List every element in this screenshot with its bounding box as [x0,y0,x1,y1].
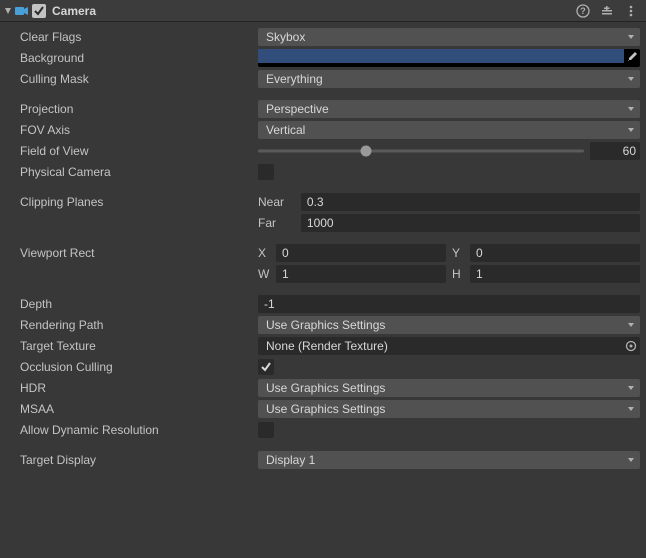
svg-text:?: ? [580,6,586,16]
background-label: Background [6,51,258,65]
culling-mask-label: Culling Mask [6,72,258,86]
msaa-dropdown[interactable]: Use Graphics Settings [258,400,640,418]
physical-camera-label: Physical Camera [6,165,258,179]
clipping-near-label: Near [258,195,297,209]
chevron-down-icon [627,321,635,329]
component-body: Clear Flags Skybox Background Culling Ma… [0,22,646,477]
depth-label: Depth [6,297,258,311]
fov-input[interactable] [590,142,640,160]
chevron-down-icon [627,105,635,113]
viewport-w-label: W [258,267,272,281]
viewport-rect-label: Viewport Rect [6,246,258,260]
hdr-label: HDR [6,381,258,395]
clipping-far-input[interactable] [301,214,640,232]
help-icon[interactable]: ? [576,4,590,18]
target-texture-field[interactable]: None (Render Texture) [258,337,640,355]
target-display-dropdown[interactable]: Display 1 [258,451,640,469]
clipping-far-label: Far [258,216,297,230]
target-display-label: Target Display [6,453,258,467]
viewport-h-label: H [452,267,466,281]
culling-mask-dropdown[interactable]: Everything [258,70,640,88]
rendering-path-dropdown[interactable]: Use Graphics Settings [258,316,640,334]
fov-axis-label: FOV Axis [6,123,258,137]
component-title: Camera [52,4,576,18]
clipping-planes-label: Clipping Planes [6,195,258,209]
fov-axis-value: Vertical [266,123,305,137]
presets-icon[interactable] [600,4,614,18]
target-display-value: Display 1 [266,453,315,467]
clear-flags-label: Clear Flags [6,30,258,44]
target-texture-label: Target Texture [6,339,258,353]
projection-value: Perspective [266,102,329,116]
projection-dropdown[interactable]: Perspective [258,100,640,118]
clipping-near-input[interactable] [301,193,640,211]
hdr-value: Use Graphics Settings [266,381,385,395]
context-menu-icon[interactable] [624,4,638,18]
chevron-down-icon [627,33,635,41]
msaa-label: MSAA [6,402,258,416]
object-picker-icon[interactable] [625,340,637,352]
background-alpha-bar [258,64,624,66]
chevron-down-icon [627,126,635,134]
foldout-toggle[interactable] [2,5,14,17]
chevron-down-icon [627,405,635,413]
allow-dynamic-resolution-checkbox[interactable] [258,422,274,438]
viewport-y-input[interactable] [470,244,640,262]
chevron-down-icon [627,456,635,464]
depth-input[interactable] [258,295,640,313]
rendering-path-label: Rendering Path [6,318,258,332]
background-color-field[interactable] [258,49,640,67]
camera-icon [14,4,30,18]
rendering-path-value: Use Graphics Settings [266,318,385,332]
background-color-swatch [258,49,624,63]
chevron-down-icon [627,384,635,392]
component-enabled-checkbox[interactable] [32,4,46,18]
clear-flags-dropdown[interactable]: Skybox [258,28,640,46]
fov-label: Field of View [6,144,258,158]
viewport-x-input[interactable] [276,244,446,262]
fov-slider[interactable] [258,142,584,160]
chevron-down-icon [627,75,635,83]
hdr-dropdown[interactable]: Use Graphics Settings [258,379,640,397]
slider-bar [258,150,584,153]
projection-label: Projection [6,102,258,116]
physical-camera-checkbox[interactable] [258,164,274,180]
allow-dynamic-resolution-label: Allow Dynamic Resolution [6,423,258,437]
viewport-w-input[interactable] [276,265,446,283]
fov-axis-dropdown[interactable]: Vertical [258,121,640,139]
viewport-h-input[interactable] [470,265,640,283]
viewport-y-label: Y [452,246,466,260]
viewport-x-label: X [258,246,272,260]
culling-mask-value: Everything [266,72,323,86]
occlusion-culling-checkbox[interactable] [258,359,274,375]
occlusion-culling-label: Occlusion Culling [6,360,258,374]
msaa-value: Use Graphics Settings [266,402,385,416]
slider-knob[interactable] [360,146,371,157]
eyedropper-icon[interactable] [626,51,638,63]
camera-component-panel: Camera ? Clear Flags Skybox Ba [0,0,646,477]
clear-flags-value: Skybox [266,30,305,44]
target-texture-value: None (Render Texture) [266,339,388,353]
component-header: Camera ? [0,0,646,22]
